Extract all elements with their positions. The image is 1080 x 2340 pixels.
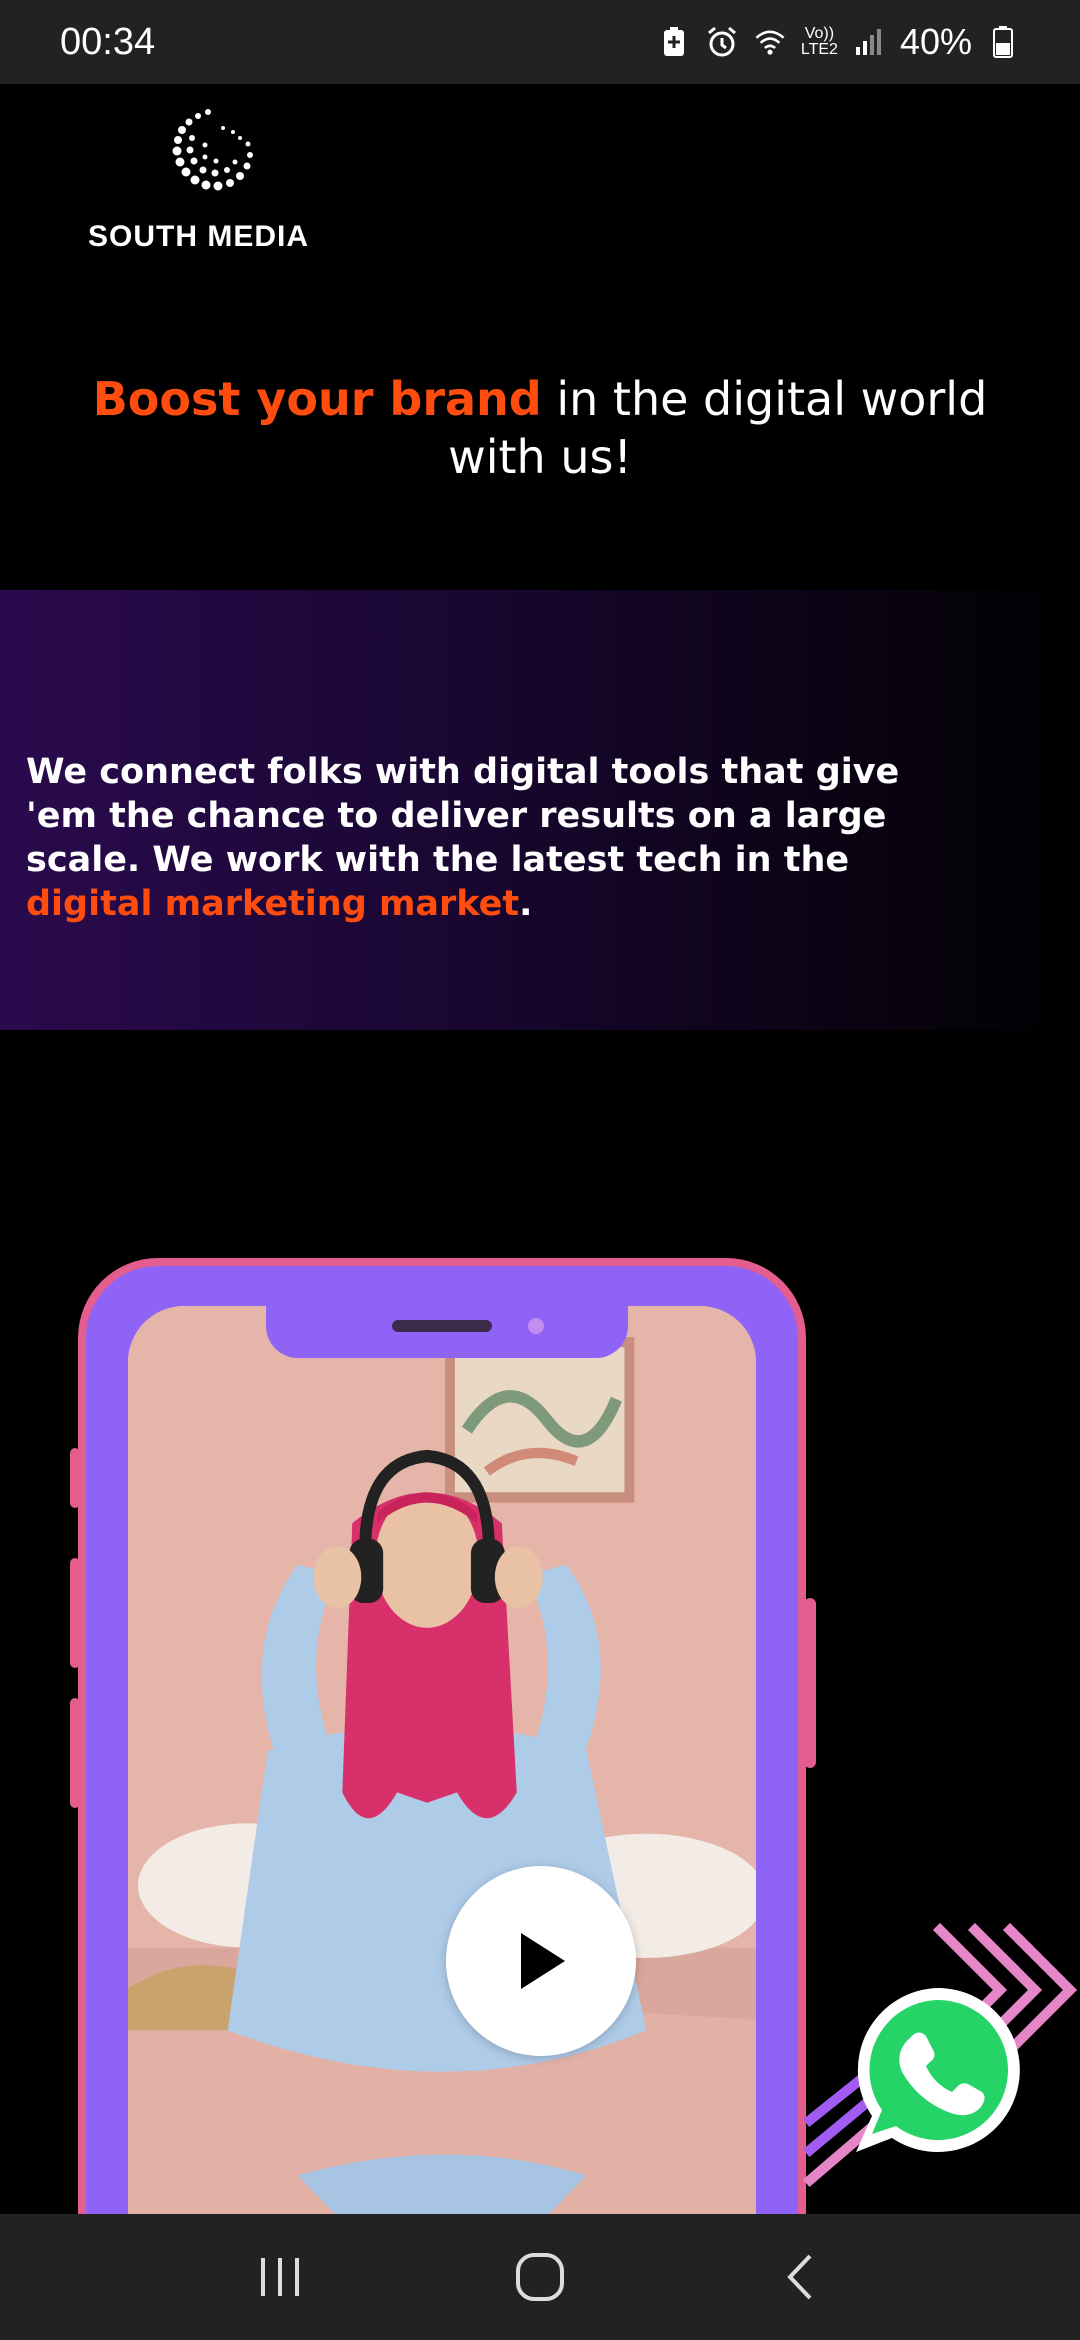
network-lte-label: LTE2 [800, 41, 838, 58]
status-bar: 00:34 Vo)) LTE2 40% [0, 0, 1080, 84]
logo-text: SOUTH MEDIA [88, 220, 309, 253]
phone-body [86, 1266, 798, 2258]
wifi-icon [753, 25, 787, 59]
home-icon [516, 2253, 564, 2301]
phone-side-button [70, 1558, 80, 1668]
whatsapp-button[interactable] [848, 1980, 1028, 2160]
video-thumbnail-image [128, 1306, 756, 2258]
status-icons: Vo)) LTE2 40% [657, 21, 1020, 63]
intro-section: We connect folks with digital tools that… [0, 590, 1080, 1030]
headline-accent: Boost your brand [92, 372, 542, 426]
intro-text: We connect folks with digital tools that… [26, 752, 900, 880]
whatsapp-icon [856, 1988, 1020, 2152]
video-preview[interactable] [128, 1306, 756, 2258]
phone-camera [528, 1318, 544, 1334]
alarm-icon [705, 25, 739, 59]
play-icon [521, 1933, 565, 1989]
back-button[interactable] [755, 2232, 845, 2322]
home-button[interactable] [495, 2232, 585, 2322]
headline-rest: in the digital world [541, 372, 988, 426]
phone-side-button [804, 1598, 816, 1768]
network-label: Vo)) LTE2 [801, 26, 838, 58]
navigation-bar [0, 2214, 1080, 2340]
play-button[interactable] [446, 1866, 636, 2056]
signal-icon [852, 25, 886, 59]
recent-apps-button[interactable] [235, 2232, 325, 2322]
status-time: 00:34 [60, 20, 156, 63]
headline-rest-line2: with us! [448, 430, 632, 484]
phone-side-button [70, 1448, 80, 1508]
phone-mockup [70, 1258, 816, 2258]
battery-percent: 40% [899, 21, 972, 62]
network-volte-label: Vo)) [804, 25, 835, 42]
south-media-logo[interactable]: SOUTH MEDIA [88, 100, 328, 260]
recent-apps-icon [261, 2258, 299, 2296]
battery-saver-icon [657, 25, 691, 59]
intro-accent: digital marketing market [26, 884, 520, 924]
logo-mark-icon [172, 109, 253, 191]
back-icon [787, 2254, 812, 2300]
phone-notch [266, 1306, 628, 1358]
intro-end: . [519, 884, 533, 924]
phone-side-button [70, 1698, 80, 1808]
intro-paragraph: We connect folks with digital tools that… [26, 750, 946, 926]
phone-speaker [392, 1320, 492, 1332]
hero-headline: Boost your brand in the digital world wi… [60, 370, 1020, 486]
battery-icon [986, 25, 1020, 59]
